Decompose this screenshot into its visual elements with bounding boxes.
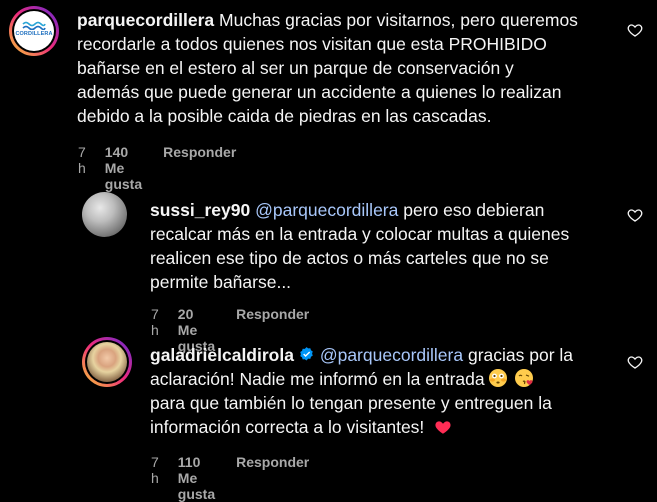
- face-blowing-kiss-icon: [514, 369, 533, 387]
- wave-icon: [22, 21, 46, 30]
- timestamp[interactable]: 7 h: [151, 454, 159, 502]
- comment-text: galadrielcaldirola @parquecordillera gra…: [150, 345, 574, 437]
- comment-meta: 7 h 110 Me gusta Responder: [151, 454, 309, 502]
- logo-text: CORDILLERA: [15, 31, 53, 37]
- comment-text: parquecordillera Muchas gracias por visi…: [77, 10, 578, 126]
- red-heart-icon: [435, 421, 451, 434]
- reply-button[interactable]: Responder: [163, 144, 236, 192]
- username[interactable]: sussi_rey90: [150, 200, 250, 220]
- avatar[interactable]: CORDILLERA: [9, 6, 59, 56]
- likes-count[interactable]: 140 Me gusta: [105, 144, 142, 192]
- parque-cordillera-logo: CORDILLERA: [14, 11, 54, 51]
- profile-photo: [87, 342, 127, 382]
- username[interactable]: parquecordillera: [77, 10, 214, 30]
- flushed-face-icon: [488, 369, 507, 387]
- mention-link[interactable]: @parquecordillera: [255, 200, 398, 220]
- reply-button[interactable]: Responder: [236, 454, 309, 502]
- like-heart-icon[interactable]: [627, 207, 643, 223]
- avatar[interactable]: [82, 337, 132, 387]
- username[interactable]: galadrielcaldirola: [150, 345, 294, 365]
- likes-count[interactable]: 110 Me gusta: [178, 454, 215, 502]
- mention-link[interactable]: @parquecordillera: [320, 345, 463, 365]
- comment-meta: 7 h 140 Me gusta Responder: [78, 144, 236, 192]
- verified-badge-icon: [300, 347, 313, 361]
- like-heart-icon[interactable]: [627, 22, 643, 38]
- timestamp[interactable]: 7 h: [78, 144, 86, 192]
- avatar[interactable]: [82, 192, 127, 237]
- comment-text: sussi_rey90 @parquecordillera pero eso d…: [150, 200, 570, 292]
- like-heart-icon[interactable]: [627, 354, 643, 370]
